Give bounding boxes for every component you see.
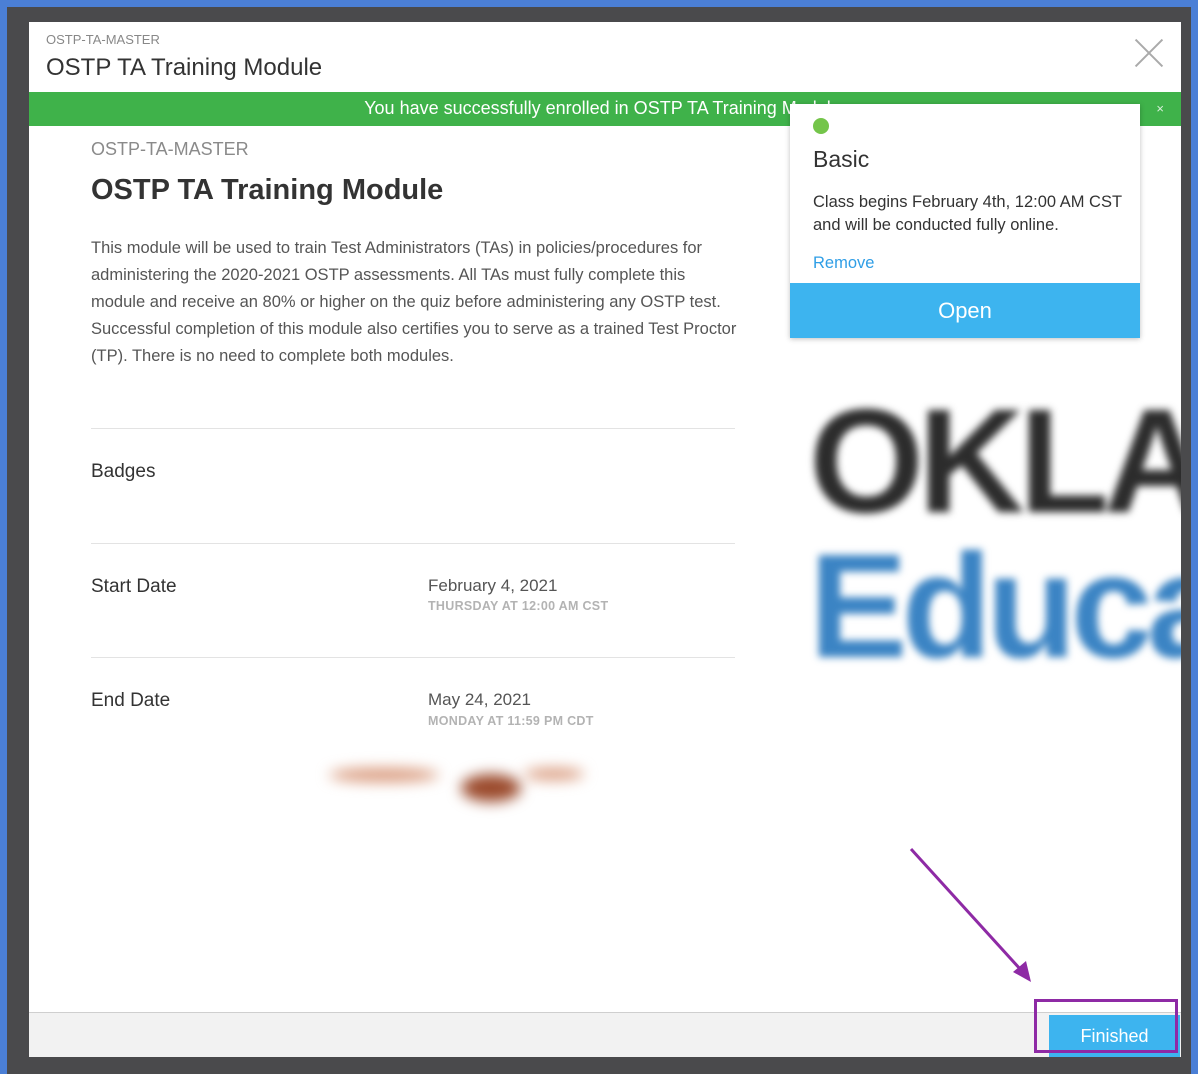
annotation-arrow-icon [909, 847, 1031, 982]
